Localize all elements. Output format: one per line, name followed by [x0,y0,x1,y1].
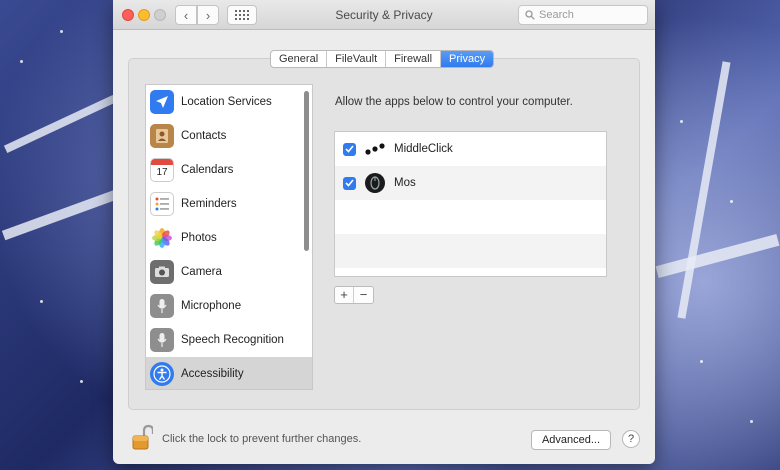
sidebar-item-speech-recognition[interactable]: Speech Recognition [146,323,312,357]
wallpaper-dot [700,360,703,363]
wallpaper-dot [60,30,63,33]
app-name: Mos [394,177,416,189]
wallpaper-dot [20,60,23,63]
sidebar-item-label: Camera [181,266,222,278]
empty-row [335,234,606,268]
sidebar-item-label: Location Services [181,96,272,108]
sidebar-item-label: Calendars [181,164,234,176]
wallpaper-dot [730,200,733,203]
middleclick-dots-icon [364,138,386,160]
tab-privacy[interactable]: Privacy [441,51,494,67]
sidebar-item-label: Contacts [181,130,227,142]
tab-firewall[interactable]: Firewall [386,51,442,67]
wallpaper-stripe [677,61,731,319]
wallpaper-dot [80,380,83,383]
search-icon [525,10,535,20]
empty-row [335,200,606,234]
location-arrow-icon [150,90,174,114]
wallpaper-stripe [3,95,117,153]
wallpaper-dot [680,120,683,123]
calendar-icon: 17 [150,158,174,182]
calendar-date: 17 [156,167,168,178]
search-field[interactable]: Search [518,5,648,25]
wallpaper-stripe [1,189,119,241]
wallpaper-dot [40,300,43,303]
sidebar-item-microphone[interactable]: Microphone [146,289,312,323]
camera-icon [150,260,174,284]
advanced-button[interactable]: Advanced... [531,430,611,450]
lock-button[interactable] [131,424,155,455]
speech-recognition-icon [150,328,174,352]
app-checkbox[interactable] [343,142,356,156]
app-name: MiddleClick [394,143,453,155]
sidebar-item-reminders[interactable]: Reminders [146,187,312,221]
privacy-category-list[interactable]: Location Services Contacts 17 Calendars [145,84,313,390]
reminders-list-icon [150,192,174,216]
sidebar-item-calendars[interactable]: 17 Calendars [146,153,312,187]
app-row-mos[interactable]: Mos [335,166,606,200]
sidebar-item-location-services[interactable]: Location Services [146,85,312,119]
checkmark-icon [345,179,354,187]
photos-flower-icon [150,226,174,250]
title-bar: ‹ › Security & Privacy Search [113,0,655,30]
mos-mouse-icon [364,172,386,194]
sidebar-item-photos[interactable]: Photos [146,221,312,255]
app-row-middleclick[interactable]: MiddleClick [335,132,606,166]
microphone-icon [150,294,174,318]
help-button[interactable]: ? [622,430,640,448]
wallpaper-dot [750,420,753,423]
sidebar-item-camera[interactable]: Camera [146,255,312,289]
sidebar-item-label: Microphone [181,300,242,312]
accessibility-description: Allow the apps below to control your com… [335,96,573,108]
checkmark-icon [345,145,354,153]
unlocked-padlock-icon [132,424,155,450]
sidebar-item-label: Speech Recognition [181,334,284,346]
wallpaper-stripe [655,234,780,278]
lock-message: Click the lock to prevent further change… [162,433,362,445]
security-privacy-window: ‹ › Security & Privacy Search General Fi… [113,0,655,464]
sidebar-item-label: Photos [181,232,217,244]
search-placeholder: Search [539,9,574,21]
sidebar-item-label: Accessibility [181,368,244,380]
sidebar-item-contacts[interactable]: Contacts [146,119,312,153]
sidebar-item-label: Reminders [181,198,237,210]
app-list[interactable]: MiddleClick Mos [334,131,607,277]
accessibility-icon [150,362,174,386]
remove-app-button[interactable]: − [354,287,373,303]
tab-filevault[interactable]: FileVault [327,51,387,67]
tab-bar: General FileVault Firewall Privacy [270,50,495,68]
add-remove-control: + − [334,286,374,304]
tab-general[interactable]: General [271,51,328,67]
add-app-button[interactable]: + [335,287,354,303]
contacts-book-icon [150,124,174,148]
app-checkbox[interactable] [343,176,356,190]
list-scrollbar[interactable] [304,91,309,251]
sidebar-item-accessibility[interactable]: Accessibility [146,357,312,389]
